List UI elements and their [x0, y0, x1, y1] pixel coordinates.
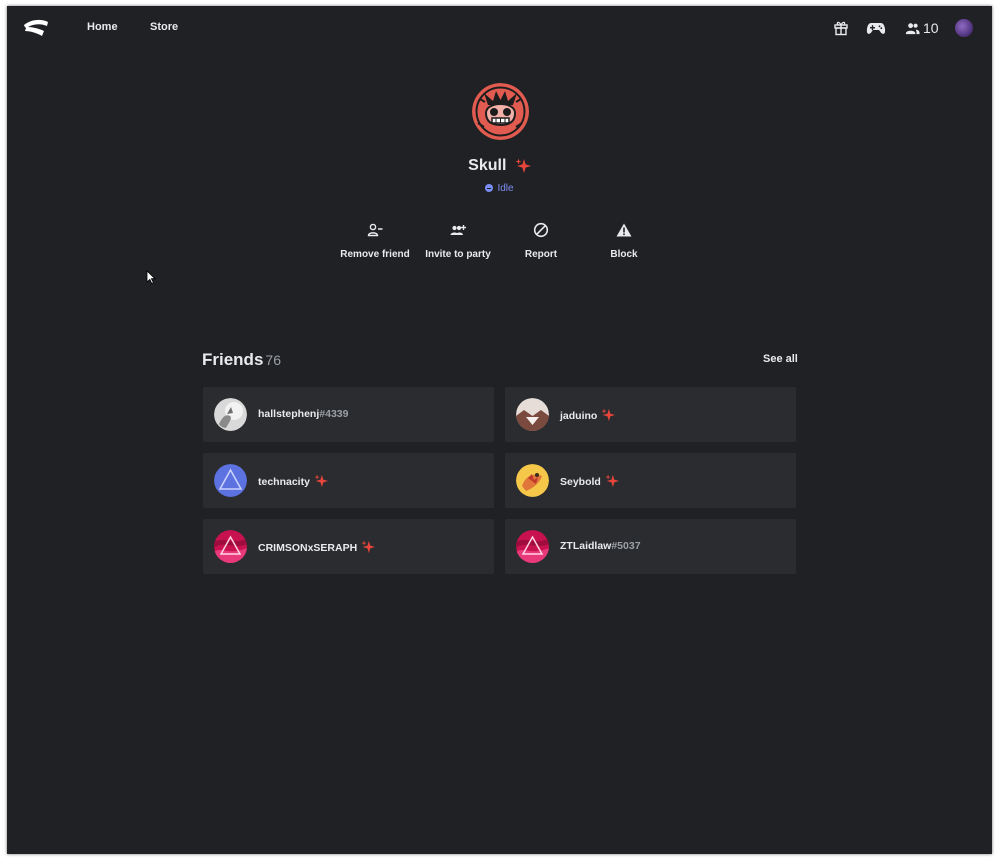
friends-online-button[interactable]: 10: [905, 19, 939, 37]
friend-tag: #5037: [611, 540, 641, 552]
profile-name-row: Skull: [7, 157, 992, 175]
nav-home-link[interactable]: Home: [87, 21, 118, 33]
profile-avatar: [472, 83, 529, 140]
pro-sparkle-icon: [314, 474, 328, 488]
group-add-icon: [450, 225, 466, 235]
block-label: Block: [610, 249, 638, 260]
remove-person-icon: [367, 223, 383, 237]
friend-name: technacity: [258, 474, 328, 488]
friend-name: Seybold: [560, 474, 619, 488]
pro-sparkle-icon: [515, 158, 531, 173]
friend-avatar: [516, 464, 549, 497]
stadia-logo-icon[interactable]: [23, 19, 49, 37]
block-circle-icon: [533, 222, 549, 238]
pro-sparkle-icon: [605, 474, 619, 488]
friend-card[interactable]: jaduino: [505, 387, 796, 442]
friend-avatar: [214, 464, 247, 497]
profile-name: Skull: [468, 157, 507, 174]
friend-avatar: [516, 398, 549, 431]
friend-card[interactable]: Seybold: [505, 453, 796, 508]
mouse-cursor-icon: [146, 270, 156, 284]
top-bar: Home Store 10: [7, 6, 992, 50]
friends-title: Friends: [202, 350, 264, 369]
friend-card[interactable]: hallstephenj#4339: [203, 387, 494, 442]
friend-avatar: [214, 530, 247, 563]
pro-sparkle-icon: [361, 540, 376, 554]
report-button[interactable]: Report: [501, 222, 581, 262]
report-label: Report: [524, 249, 558, 260]
friends-online-count: 10: [923, 20, 939, 36]
profile-actions: Remove friend Invite to party Report Blo…: [7, 222, 992, 262]
friend-name: ZTLaidlaw#5037: [560, 540, 641, 552]
invite-to-party-button[interactable]: Invite to party: [418, 222, 498, 262]
remove-friend-label: Remove friend: [340, 249, 410, 260]
app-window: Home Store 10 Skull Idle Remove friend I…: [7, 6, 992, 854]
friend-card[interactable]: technacity: [203, 453, 494, 508]
gift-icon[interactable]: [833, 20, 849, 36]
friends-section-title: Friends 76: [202, 350, 281, 370]
people-icon: [905, 22, 920, 34]
friend-name: hallstephenj#4339: [258, 408, 349, 420]
friend-avatar: [516, 530, 549, 563]
pro-sparkle-icon: [601, 408, 616, 422]
friends-count: 76: [265, 352, 281, 368]
friend-avatar: [214, 398, 247, 431]
remove-friend-button[interactable]: Remove friend: [335, 222, 415, 262]
friend-name: jaduino: [560, 408, 616, 422]
invite-to-party-label: Invite to party: [425, 249, 491, 260]
idle-status-icon: [485, 184, 494, 192]
friend-name: CRIMSONxSERAPH: [258, 540, 376, 554]
user-avatar[interactable]: [955, 19, 973, 37]
nav-store-link[interactable]: Store: [150, 21, 178, 33]
friend-card[interactable]: CRIMSONxSERAPH: [203, 519, 494, 574]
friend-tag: #4339: [319, 408, 349, 420]
status-row: Idle: [7, 183, 992, 194]
block-button[interactable]: Block: [584, 222, 664, 262]
game-controller-icon[interactable]: [866, 20, 886, 36]
warning-icon: [616, 223, 632, 237]
friend-card[interactable]: ZTLaidlaw#5037: [505, 519, 796, 574]
see-all-link[interactable]: See all: [763, 353, 798, 365]
status-text: Idle: [497, 183, 514, 194]
